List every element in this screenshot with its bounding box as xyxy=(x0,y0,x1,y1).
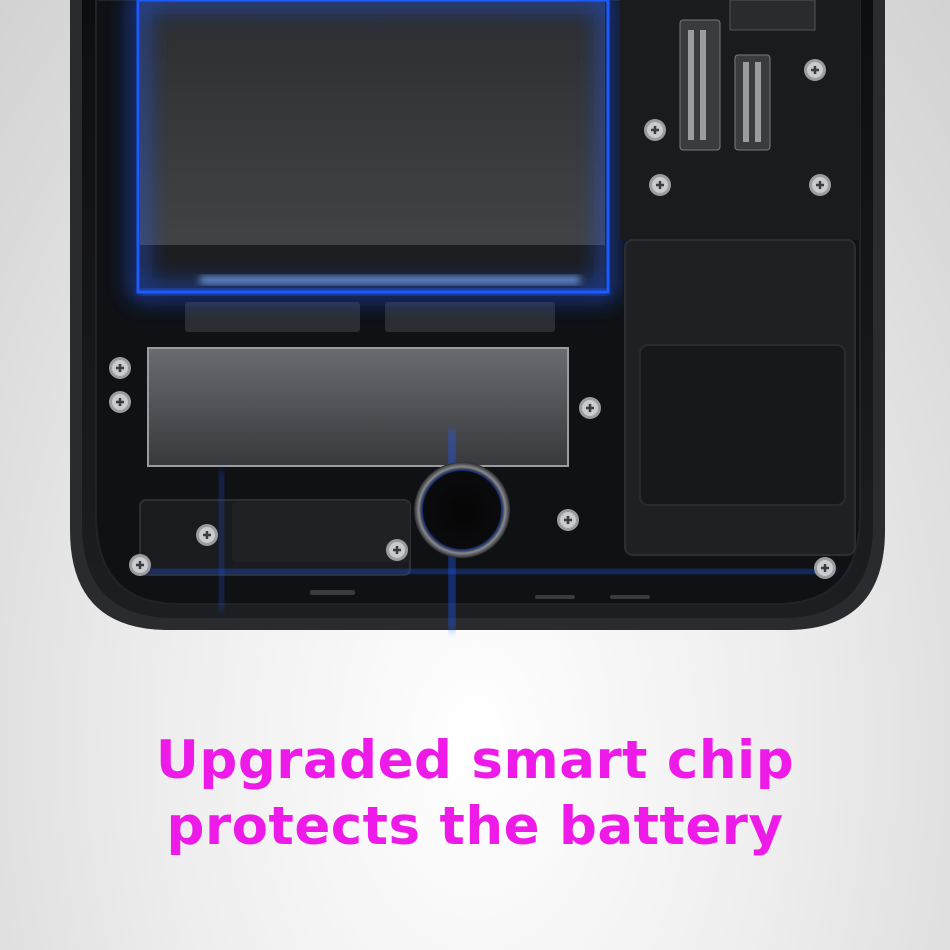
caption: Upgraded smart chip protects the battery xyxy=(0,728,950,860)
chip-shield-icon xyxy=(147,347,569,467)
caption-line-2: protects the battery xyxy=(166,796,784,857)
caption-line-1: Upgraded smart chip xyxy=(155,730,795,791)
home-button-icon xyxy=(414,462,510,558)
phone-internals-illustration xyxy=(70,0,885,630)
